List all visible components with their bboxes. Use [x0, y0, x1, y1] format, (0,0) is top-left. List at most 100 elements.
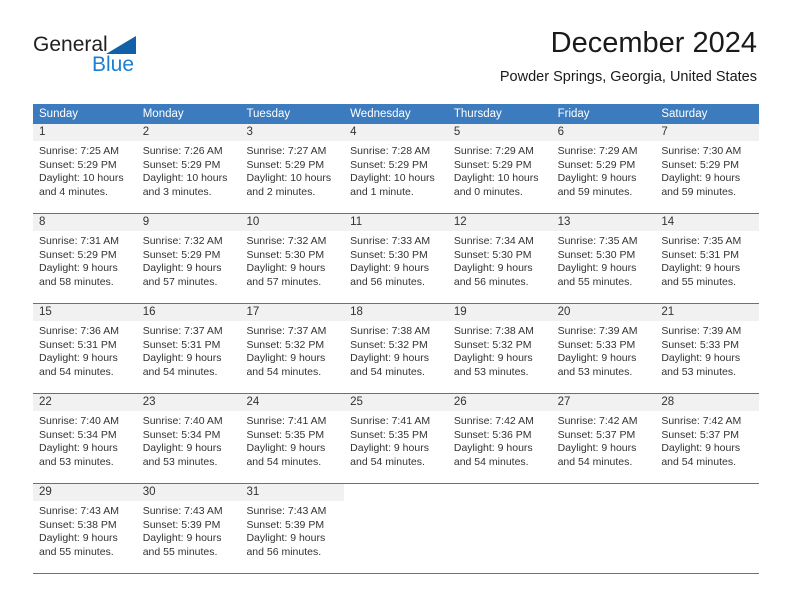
- day-cell[interactable]: 4 Sunrise: 7:28 AM Sunset: 5:29 PM Dayli…: [344, 124, 448, 213]
- day-cell[interactable]: 2 Sunrise: 7:26 AM Sunset: 5:29 PM Dayli…: [136, 124, 241, 213]
- day-info: Sunrise: 7:29 AM Sunset: 5:29 PM Dayligh…: [552, 141, 656, 199]
- general-blue-logo[interactable]: General Blue: [33, 33, 213, 85]
- day-cell[interactable]: 26 Sunrise: 7:42 AM Sunset: 5:36 PM Dayl…: [447, 394, 552, 483]
- day-number: 30: [136, 484, 241, 501]
- triangle-icon: [106, 36, 136, 54]
- day-number: 12: [447, 214, 552, 231]
- day-cell[interactable]: 14 Sunrise: 7:35 AM Sunset: 5:31 PM Dayl…: [655, 214, 760, 303]
- day-cell[interactable]: 1 Sunrise: 7:25 AM Sunset: 5:29 PM Dayli…: [33, 124, 137, 213]
- daylight-text-line1: Daylight: 10 hours: [39, 172, 124, 185]
- day-number: [552, 484, 656, 501]
- daylight-text-line2: and 54 minutes.: [661, 455, 737, 468]
- day-number: 3: [240, 124, 345, 141]
- daylight-text-line2: and 54 minutes.: [350, 365, 425, 378]
- daylight-text-line1: Daylight: 9 hours: [142, 532, 222, 545]
- daylight-text-line1: Daylight: 9 hours: [557, 352, 637, 365]
- day-cell[interactable]: 20 Sunrise: 7:39 AM Sunset: 5:33 PM Dayl…: [551, 304, 656, 393]
- sunrise-text: Sunrise: 7:26 AM: [142, 145, 223, 157]
- day-cell[interactable]: 19 Sunrise: 7:38 AM Sunset: 5:32 PM Dayl…: [447, 304, 552, 393]
- daylight-text-line2: and 57 minutes.: [246, 275, 322, 288]
- day-cell[interactable]: 23 Sunrise: 7:40 AM Sunset: 5:34 PM Dayl…: [136, 394, 241, 483]
- daylight-text-line1: Daylight: 9 hours: [350, 352, 429, 365]
- sunset-text: Sunset: 5:32 PM: [350, 338, 428, 351]
- day-number: 24: [240, 394, 345, 411]
- sunset-text: Sunset: 5:29 PM: [350, 158, 428, 171]
- daylight-text-line1: Daylight: 9 hours: [246, 352, 326, 365]
- day-info: Sunrise: 7:33 AM Sunset: 5:30 PM Dayligh…: [344, 231, 448, 289]
- day-cell[interactable]: 16 Sunrise: 7:37 AM Sunset: 5:31 PM Dayl…: [136, 304, 241, 393]
- day-number: 29: [33, 484, 137, 501]
- sunset-text: Sunset: 5:37 PM: [661, 428, 739, 441]
- day-cell[interactable]: 5 Sunrise: 7:29 AM Sunset: 5:29 PM Dayli…: [447, 124, 552, 213]
- daylight-text-line1: Daylight: 10 hours: [246, 172, 332, 185]
- day-info: Sunrise: 7:27 AM Sunset: 5:29 PM Dayligh…: [240, 141, 344, 199]
- sunrise-text: Sunrise: 7:43 AM: [142, 505, 223, 517]
- weekday-header-sunday: Sunday: [39, 108, 79, 120]
- daylight-text-line2: and 54 minutes.: [453, 455, 529, 468]
- weekday-header-tuesday: Tuesday: [246, 108, 291, 120]
- sunrise-text: Sunrise: 7:32 AM: [142, 235, 223, 247]
- day-info: Sunrise: 7:40 AM Sunset: 5:34 PM Dayligh…: [137, 411, 241, 469]
- day-info: Sunrise: 7:38 AM Sunset: 5:32 PM Dayligh…: [344, 321, 448, 379]
- day-info: Sunrise: 7:43 AM Sunset: 5:39 PM Dayligh…: [240, 501, 344, 559]
- day-number: 28: [655, 394, 760, 411]
- sunrise-text: Sunrise: 7:38 AM: [350, 325, 431, 337]
- daylight-text-line2: and 53 minutes.: [142, 455, 218, 468]
- day-cell[interactable]: 27 Sunrise: 7:42 AM Sunset: 5:37 PM Dayl…: [551, 394, 656, 483]
- daylight-text-line1: Daylight: 9 hours: [142, 352, 222, 365]
- day-info: Sunrise: 7:39 AM Sunset: 5:33 PM Dayligh…: [552, 321, 656, 379]
- day-cell[interactable]: 29 Sunrise: 7:43 AM Sunset: 5:38 PM Dayl…: [33, 484, 137, 573]
- day-cell[interactable]: 11 Sunrise: 7:33 AM Sunset: 5:30 PM Dayl…: [344, 214, 448, 303]
- daylight-text-line1: Daylight: 9 hours: [661, 442, 741, 455]
- day-cell[interactable]: 6 Sunrise: 7:29 AM Sunset: 5:29 PM Dayli…: [551, 124, 656, 213]
- day-info: Sunrise: 7:43 AM Sunset: 5:38 PM Dayligh…: [33, 501, 137, 559]
- sunset-text: Sunset: 5:29 PM: [39, 158, 117, 171]
- sunset-text: Sunset: 5:30 PM: [350, 248, 428, 261]
- day-cell[interactable]: 28 Sunrise: 7:42 AM Sunset: 5:37 PM Dayl…: [655, 394, 760, 483]
- daylight-text-line1: Daylight: 9 hours: [39, 352, 118, 365]
- day-info: Sunrise: 7:34 AM Sunset: 5:30 PM Dayligh…: [448, 231, 552, 289]
- sunset-text: Sunset: 5:31 PM: [39, 338, 117, 351]
- sunset-text: Sunset: 5:29 PM: [453, 158, 532, 171]
- daylight-text-line2: and 0 minutes.: [453, 185, 523, 198]
- daylight-text-line1: Daylight: 10 hours: [142, 172, 228, 185]
- daylight-text-line1: Daylight: 9 hours: [453, 262, 533, 275]
- page-header: General Blue December 2024 Powder Spring…: [0, 0, 792, 100]
- day-cell[interactable]: 31 Sunrise: 7:43 AM Sunset: 5:39 PM Dayl…: [240, 484, 345, 573]
- day-number: 13: [551, 214, 656, 231]
- daylight-text-line1: Daylight: 9 hours: [557, 442, 637, 455]
- day-cell[interactable]: 17 Sunrise: 7:37 AM Sunset: 5:32 PM Dayl…: [240, 304, 345, 393]
- weekday-header-monday: Monday: [142, 108, 184, 120]
- day-cell[interactable]: 9 Sunrise: 7:32 AM Sunset: 5:29 PM Dayli…: [136, 214, 241, 303]
- calendar-grid: Sunday Monday Tuesday Wednesday Thursday…: [33, 104, 760, 574]
- day-cell[interactable]: 21 Sunrise: 7:39 AM Sunset: 5:33 PM Dayl…: [655, 304, 760, 393]
- day-cell[interactable]: 22 Sunrise: 7:40 AM Sunset: 5:34 PM Dayl…: [33, 394, 137, 483]
- daylight-text-line1: Daylight: 9 hours: [246, 262, 326, 275]
- day-cell[interactable]: 18 Sunrise: 7:38 AM Sunset: 5:32 PM Dayl…: [344, 304, 448, 393]
- day-cell[interactable]: 3 Sunrise: 7:27 AM Sunset: 5:29 PM Dayli…: [240, 124, 345, 213]
- day-number: 22: [33, 394, 137, 411]
- day-number: 6: [551, 124, 656, 141]
- daylight-text-line2: and 1 minute.: [350, 185, 414, 198]
- daylight-text-line2: and 56 minutes.: [453, 275, 529, 288]
- day-cell[interactable]: 10 Sunrise: 7:32 AM Sunset: 5:30 PM Dayl…: [240, 214, 345, 303]
- sunset-text: Sunset: 5:39 PM: [246, 518, 325, 531]
- daylight-text-line1: Daylight: 9 hours: [453, 352, 533, 365]
- day-cell[interactable]: 12 Sunrise: 7:34 AM Sunset: 5:30 PM Dayl…: [447, 214, 552, 303]
- week-row: 29 Sunrise: 7:43 AM Sunset: 5:38 PM Dayl…: [33, 484, 759, 574]
- day-cell[interactable]: 7 Sunrise: 7:30 AM Sunset: 5:29 PM Dayli…: [655, 124, 760, 213]
- day-info: Sunrise: 7:41 AM Sunset: 5:35 PM Dayligh…: [344, 411, 448, 469]
- day-info: Sunrise: 7:28 AM Sunset: 5:29 PM Dayligh…: [344, 141, 448, 199]
- day-cell[interactable]: 13 Sunrise: 7:35 AM Sunset: 5:30 PM Dayl…: [551, 214, 656, 303]
- sunrise-text: Sunrise: 7:35 AM: [661, 235, 742, 247]
- day-cell[interactable]: 30 Sunrise: 7:43 AM Sunset: 5:39 PM Dayl…: [136, 484, 241, 573]
- day-info: Sunrise: 7:41 AM Sunset: 5:35 PM Dayligh…: [240, 411, 344, 469]
- day-cell[interactable]: 8 Sunrise: 7:31 AM Sunset: 5:29 PM Dayli…: [33, 214, 137, 303]
- day-cell[interactable]: 25 Sunrise: 7:41 AM Sunset: 5:35 PM Dayl…: [344, 394, 448, 483]
- daylight-text-line2: and 54 minutes.: [350, 455, 425, 468]
- day-number: 21: [655, 304, 760, 321]
- sunrise-text: Sunrise: 7:27 AM: [246, 145, 327, 157]
- sunset-text: Sunset: 5:29 PM: [142, 248, 221, 261]
- day-cell[interactable]: 24 Sunrise: 7:41 AM Sunset: 5:35 PM Dayl…: [240, 394, 345, 483]
- day-cell[interactable]: 15 Sunrise: 7:36 AM Sunset: 5:31 PM Dayl…: [33, 304, 137, 393]
